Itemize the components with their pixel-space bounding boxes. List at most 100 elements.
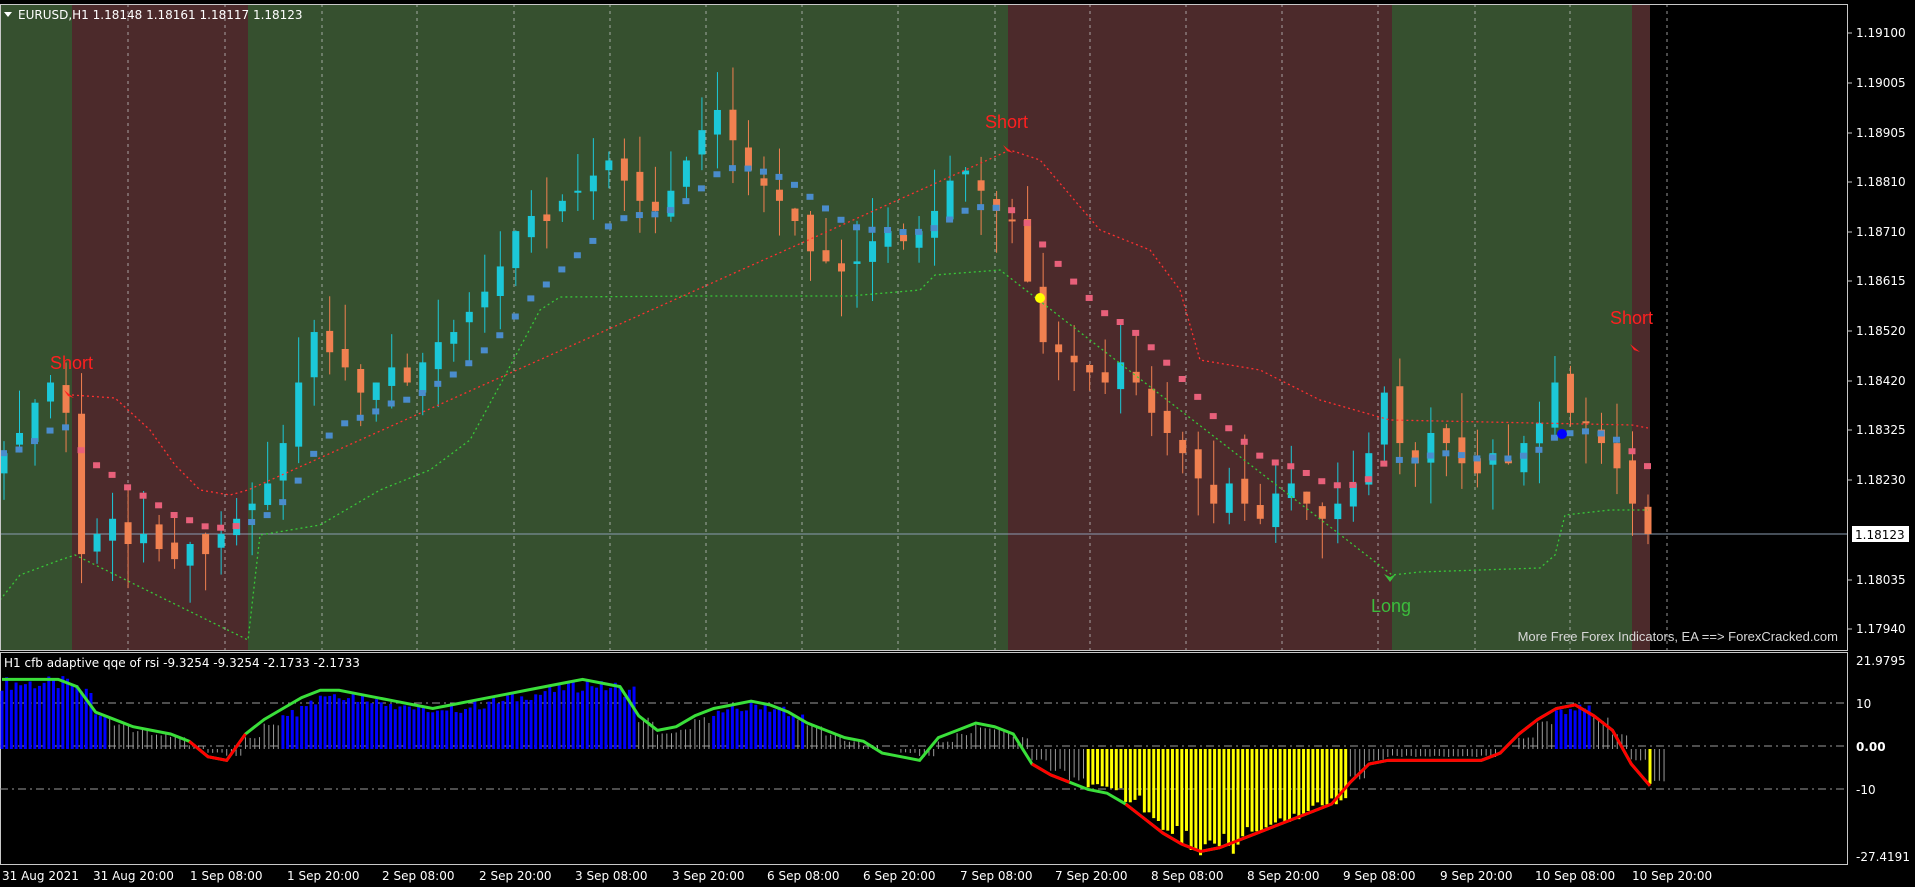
ma-marker — [1473, 455, 1481, 462]
ma-marker — [124, 484, 132, 491]
ma-marker — [1380, 460, 1388, 467]
candle-body — [1070, 355, 1078, 363]
current-price-value: 1.18123 — [1855, 528, 1905, 542]
price-label: 1.18325 — [1856, 423, 1906, 437]
ma-marker — [1411, 457, 1419, 464]
candle-body — [589, 175, 597, 192]
candle-body — [496, 266, 504, 296]
ma-marker — [1225, 425, 1233, 432]
ma-marker — [294, 477, 302, 484]
ma-marker — [1364, 476, 1372, 483]
ma-marker — [387, 400, 395, 407]
price-label: 1.18615 — [1856, 274, 1906, 288]
ma-marker — [930, 225, 938, 232]
candle-body — [791, 208, 799, 222]
ma-marker — [790, 181, 798, 188]
ma-marker — [1333, 482, 1341, 489]
ma-marker — [604, 223, 612, 230]
ma-marker — [139, 492, 147, 499]
candle-body — [527, 215, 535, 238]
candle-body — [605, 160, 613, 171]
ma-marker — [1147, 344, 1155, 351]
ma-marker — [1612, 436, 1620, 443]
ma-marker — [915, 228, 923, 235]
candle-body — [1055, 344, 1063, 353]
ma-marker — [217, 524, 225, 531]
ma-marker — [1194, 393, 1202, 400]
ma-marker — [1116, 319, 1124, 326]
watermark-text: More Free Forex Indicators, EA ==> Forex… — [1518, 629, 1838, 644]
indicator-header: H1 cfb adaptive qqe of rsi -9.3254 -9.32… — [4, 656, 360, 670]
trend-zone — [1008, 4, 1392, 650]
ma-marker — [713, 171, 721, 178]
candle-body — [636, 171, 644, 201]
price-label: 1.18905 — [1856, 126, 1906, 140]
ma-marker — [496, 332, 504, 339]
candle-body — [853, 261, 861, 264]
ma-marker — [449, 371, 457, 378]
time-label: 7 Sep 20:00 — [1055, 869, 1127, 883]
ma-marker — [403, 396, 411, 403]
ma-marker — [1132, 329, 1140, 336]
candle-body — [682, 160, 690, 187]
time-label: 10 Sep 20:00 — [1632, 869, 1712, 883]
ma-marker — [806, 193, 814, 200]
time-axis: 31 Aug 2021 31 Aug 20:00 1 Sep 08:00 1 S… — [2, 869, 1712, 883]
ma-marker — [108, 471, 116, 478]
candle-body — [171, 542, 179, 560]
candle-body — [93, 533, 101, 552]
candle-body — [186, 544, 194, 566]
ma-marker — [1240, 438, 1248, 445]
time-label: 2 Sep 08:00 — [382, 869, 454, 883]
candle-body — [1101, 372, 1109, 383]
candle-body — [1272, 493, 1280, 528]
candle-body — [78, 413, 86, 555]
candle-body — [1148, 388, 1156, 413]
candle-body — [713, 109, 721, 135]
candle-body — [341, 348, 349, 368]
time-label: 6 Sep 20:00 — [863, 869, 935, 883]
ma-marker — [155, 502, 163, 509]
candle-body — [760, 178, 768, 186]
candle-body — [403, 367, 411, 383]
trend-zone — [248, 4, 1008, 650]
ma-marker — [822, 205, 829, 212]
ma-marker — [1442, 450, 1450, 457]
candle-body — [1241, 478, 1249, 504]
ma-marker — [651, 211, 659, 218]
chart-canvas[interactable]: Short Short Short Long EURUSD,H1 1.18148… — [0, 0, 1915, 887]
candle-body — [698, 130, 706, 155]
candle-body — [248, 503, 256, 511]
candle-body — [1210, 484, 1218, 504]
ma-marker — [759, 168, 767, 175]
ma-marker — [1535, 446, 1543, 453]
ma-marker — [170, 512, 178, 519]
price-label: 1.17940 — [1856, 622, 1906, 636]
candle-body — [838, 263, 846, 272]
ma-marker — [884, 227, 892, 234]
time-label: 1 Sep 08:00 — [190, 869, 262, 883]
price-label: 1.18035 — [1856, 573, 1906, 587]
candle-body — [869, 241, 877, 262]
ma-marker — [1287, 463, 1295, 470]
ma-marker — [1008, 207, 1016, 214]
trend-zone — [0, 4, 72, 650]
candle-body — [1086, 364, 1094, 373]
candle-body — [140, 533, 148, 544]
price-label: 1.19005 — [1856, 76, 1906, 90]
price-label: 1.18520 — [1856, 324, 1906, 338]
candle-body — [822, 250, 830, 262]
ma-marker — [1488, 454, 1496, 461]
yellow-dot-marker — [1035, 293, 1045, 303]
candle-body — [16, 432, 24, 445]
time-label: 9 Sep 20:00 — [1440, 869, 1512, 883]
candle-body — [1613, 443, 1621, 469]
candle-body — [1024, 219, 1032, 282]
ma-marker — [1597, 430, 1605, 437]
candle-body — [357, 369, 365, 393]
ma-marker — [31, 438, 39, 445]
candle-body — [1644, 506, 1652, 534]
ma-marker — [1566, 430, 1574, 437]
ma-marker — [15, 446, 23, 453]
ma-marker — [868, 226, 876, 233]
